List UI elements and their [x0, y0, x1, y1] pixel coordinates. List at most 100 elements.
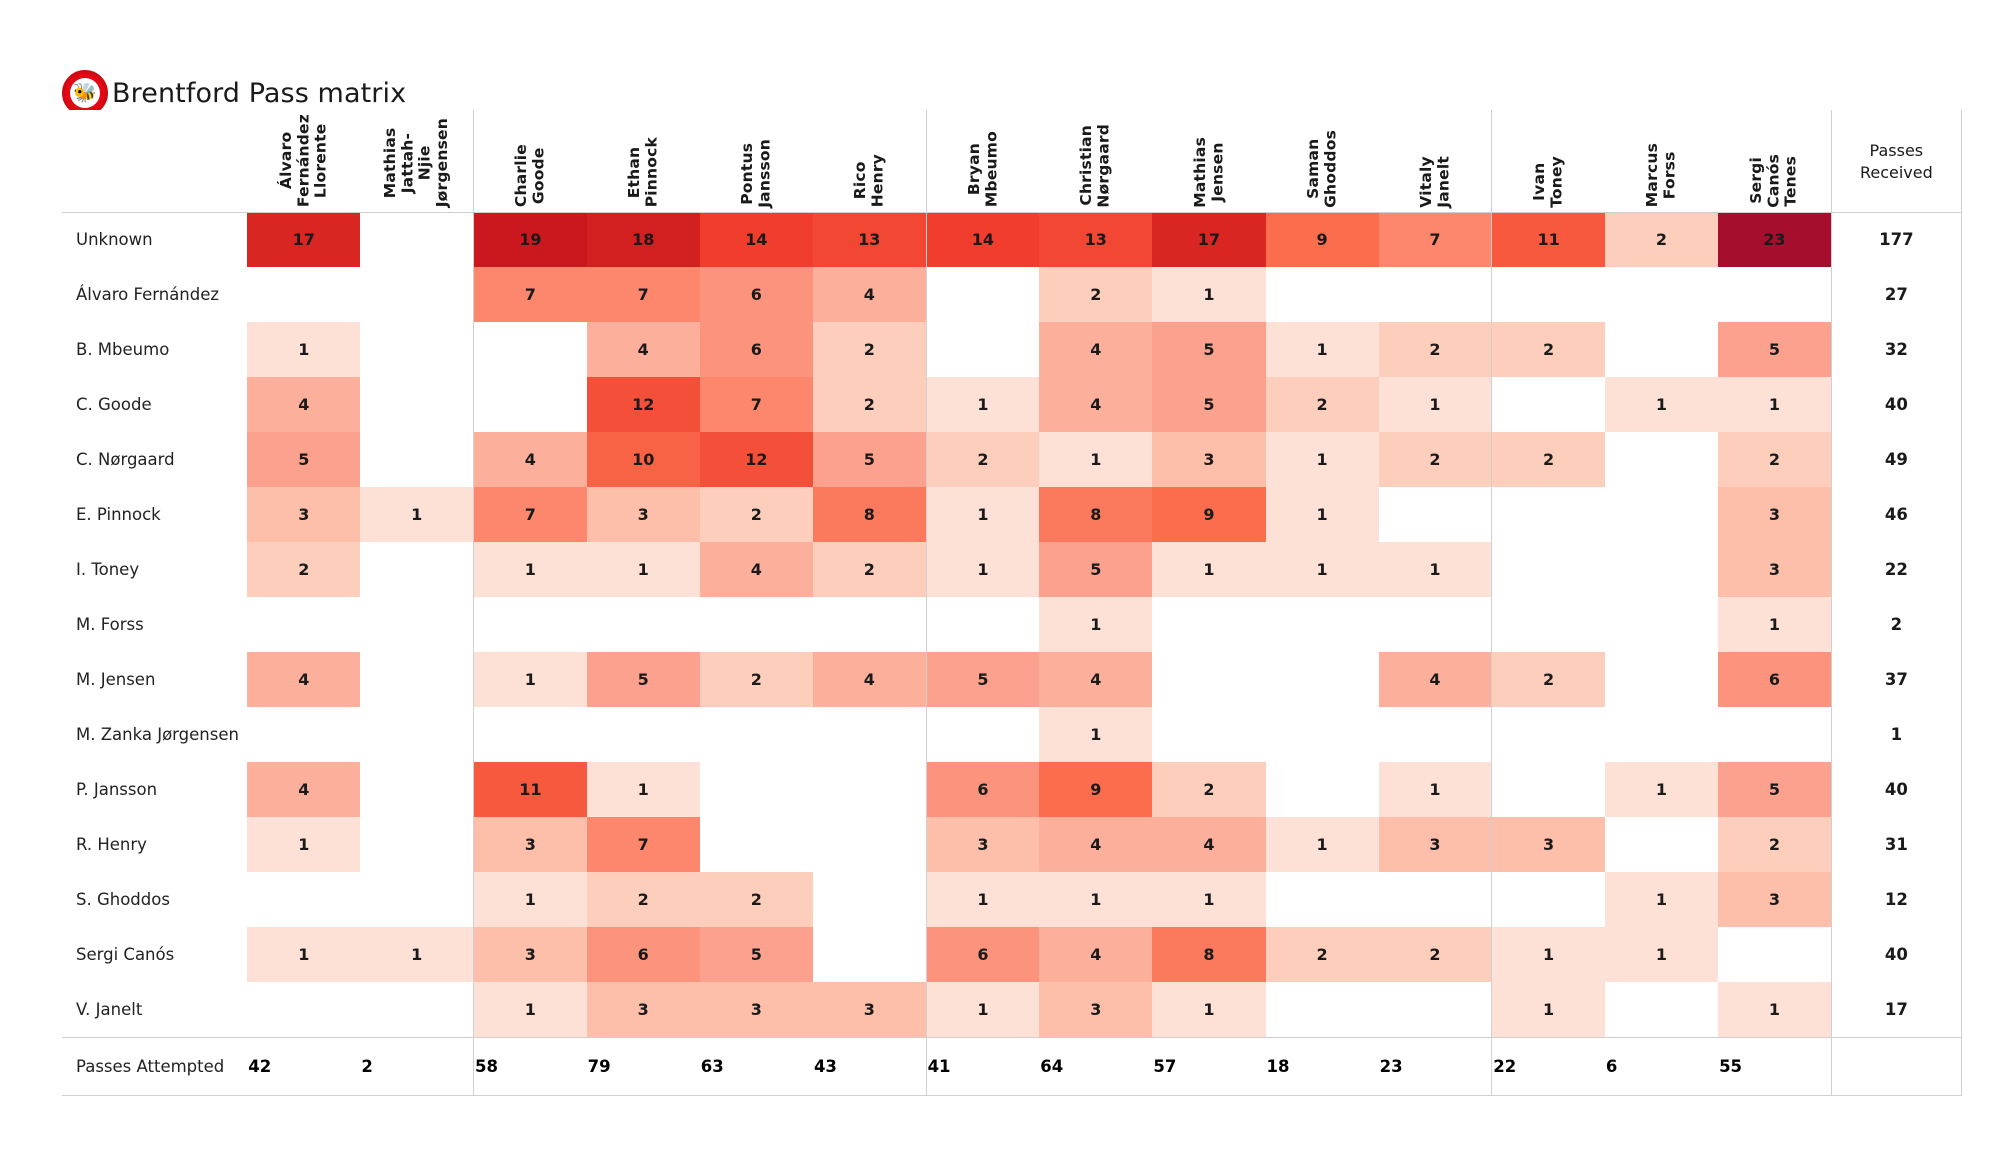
passes-attempted-row: Passes Attempted 42 2 58 79 63 43 41 64 57 18 23 22 6…	[62, 1036, 1963, 1096]
matrix-cell: 4	[1039, 927, 1153, 982]
column-header-label: Álvaro Fernández Llorente	[276, 114, 330, 208]
row-label-c--goode: C. Goode	[62, 377, 248, 432]
matrix-cell: 3	[1039, 982, 1153, 1037]
passes-received-value: 27	[1830, 267, 1963, 322]
column-header-label: Marcus Forss	[1643, 143, 1679, 208]
passes-received-value: 49	[1830, 432, 1963, 487]
bee-glyph: 🐝	[73, 81, 97, 104]
matrix-cell: 4	[812, 267, 927, 322]
column-header-label: Vitaly Janelt	[1416, 155, 1452, 208]
matrix-cell: 12	[699, 432, 813, 487]
column-header-label: Sergi Canós Tenes	[1747, 153, 1801, 208]
matrix-cell: 4	[1039, 817, 1153, 872]
matrix-cell: 1	[1378, 762, 1492, 817]
column-header-ivan-toney: Ivan Toney	[1491, 110, 1605, 212]
matrix-cell: 3	[1491, 817, 1605, 872]
passes-attempted-label: Passes Attempted	[62, 1036, 248, 1096]
table-row: E. Pinnock 3 1 7 3 2 8 1 8 9 1 3 46	[62, 487, 1963, 542]
matrix-cell: 2	[699, 487, 813, 542]
matrix-cell: 1	[1039, 597, 1153, 652]
matrix-cell: 2	[699, 872, 813, 927]
table-row: R. Henry 1 3 7 3 4 4 1 3 3 2 31	[62, 817, 1963, 872]
table-row: Sergi Canós 1 1 3 6 5 6 4 8 2 2 1 1 40	[62, 927, 1963, 982]
matrix-cell: 2	[812, 322, 927, 377]
column-header-sergi-canós-tenes: Sergi Canós Tenes	[1718, 110, 1832, 212]
matrix-cell: 2	[1039, 267, 1153, 322]
matrix-cell: 4	[247, 762, 361, 817]
matrix-cell: 1	[1718, 377, 1832, 432]
passes-attempted-value: 42	[247, 1036, 361, 1096]
row-label-sergi-can-s: Sergi Canós	[62, 927, 248, 982]
matrix-cell: 2	[1265, 377, 1379, 432]
matrix-cell: 5	[1718, 322, 1832, 377]
matrix-cell: 4	[1039, 377, 1153, 432]
passes-received-value: 31	[1830, 817, 1963, 872]
matrix-cell	[360, 432, 474, 487]
matrix-cell	[1491, 707, 1605, 762]
matrix-cell: 3	[1718, 487, 1832, 542]
matrix-cell: 8	[812, 487, 927, 542]
page-title: Brentford Pass matrix	[112, 77, 407, 109]
row-label-v--janelt: V. Janelt	[62, 982, 248, 1037]
matrix-cell	[1265, 707, 1379, 762]
matrix-cell: 1	[925, 872, 1040, 927]
matrix-cell	[1604, 982, 1719, 1037]
matrix-cell: 2	[1378, 927, 1492, 982]
passes-received-value: 46	[1830, 487, 1963, 542]
matrix-cell: 1	[1265, 542, 1379, 597]
matrix-cell: 1	[1039, 432, 1153, 487]
table-row: Unknown 17 19 18 14 13 14 13 17 9 7 11 2 23 177	[62, 211, 1963, 267]
column-header-bryan-mbeumo: Bryan Mbeumo	[925, 110, 1040, 212]
table-row: P. Jansson 4 11 1 6 9 2 1 1 5 40	[62, 762, 1963, 817]
column-header-row: Álvaro Fernández Llorente Mathias Jattah-…	[62, 110, 1963, 212]
column-header-marcus-forss: Marcus Forss	[1604, 110, 1719, 212]
matrix-cell: 3	[473, 817, 587, 872]
matrix-cell: 19	[473, 211, 587, 267]
matrix-cell: 1	[1152, 267, 1266, 322]
table-row: B. Mbeumo 1 4 6 2 4 5 1 2 2 5 32	[62, 322, 1963, 377]
matrix-cell: 6	[586, 927, 700, 982]
matrix-cell	[360, 597, 474, 652]
matrix-cell: 6	[699, 322, 813, 377]
matrix-cell: 2	[699, 652, 813, 707]
column-header-label: Mathias Jensen	[1190, 136, 1226, 208]
table-row: Álvaro Fernández 7 7 6 4 2 1 27	[62, 267, 1963, 322]
matrix-cell: 10	[586, 432, 700, 487]
matrix-cell: 1	[1265, 817, 1379, 872]
passes-received-value: 40	[1830, 762, 1963, 817]
matrix-cell: 23	[1718, 211, 1832, 267]
matrix-cell: 1	[1378, 542, 1492, 597]
passes-attempted-value: 23	[1378, 1036, 1492, 1096]
matrix-cell: 11	[1491, 211, 1605, 267]
matrix-cell	[925, 707, 1040, 762]
matrix-cell	[1152, 707, 1266, 762]
matrix-cell	[1604, 707, 1719, 762]
column-header-label: Ethan Pinnock	[624, 137, 661, 208]
matrix-cell	[473, 322, 587, 377]
pass-matrix-container: Álvaro Fernández Llorente Mathias Jattah-…	[62, 110, 1963, 1096]
matrix-cell: 1	[1152, 542, 1266, 597]
matrix-cell: 1	[473, 872, 587, 927]
row-label-i--toney: I. Toney	[62, 542, 248, 597]
matrix-cell: 6	[925, 762, 1040, 817]
matrix-cell: 13	[1039, 211, 1153, 267]
matrix-cell	[1265, 652, 1379, 707]
matrix-cell: 5	[699, 927, 813, 982]
matrix-cell: 1	[247, 927, 361, 982]
matrix-cell: 6	[925, 927, 1040, 982]
passes-attempted-value: 57	[1152, 1036, 1266, 1096]
matrix-cell	[1152, 597, 1266, 652]
passes-attempted-value: 18	[1265, 1036, 1379, 1096]
passes-received-value: 32	[1830, 322, 1963, 377]
matrix-cell: 1	[1718, 597, 1832, 652]
pass-matrix-table: Álvaro Fernández Llorente Mathias Jattah-…	[62, 110, 1963, 1096]
matrix-cell	[1604, 432, 1719, 487]
matrix-cell: 1	[247, 322, 361, 377]
matrix-cell: 1	[1604, 762, 1719, 817]
matrix-cell: 1	[1152, 872, 1266, 927]
matrix-cell: 2	[812, 377, 927, 432]
passes-received-value: 40	[1830, 377, 1963, 432]
matrix-cell	[247, 267, 361, 322]
matrix-cell	[360, 542, 474, 597]
matrix-cell	[586, 597, 700, 652]
